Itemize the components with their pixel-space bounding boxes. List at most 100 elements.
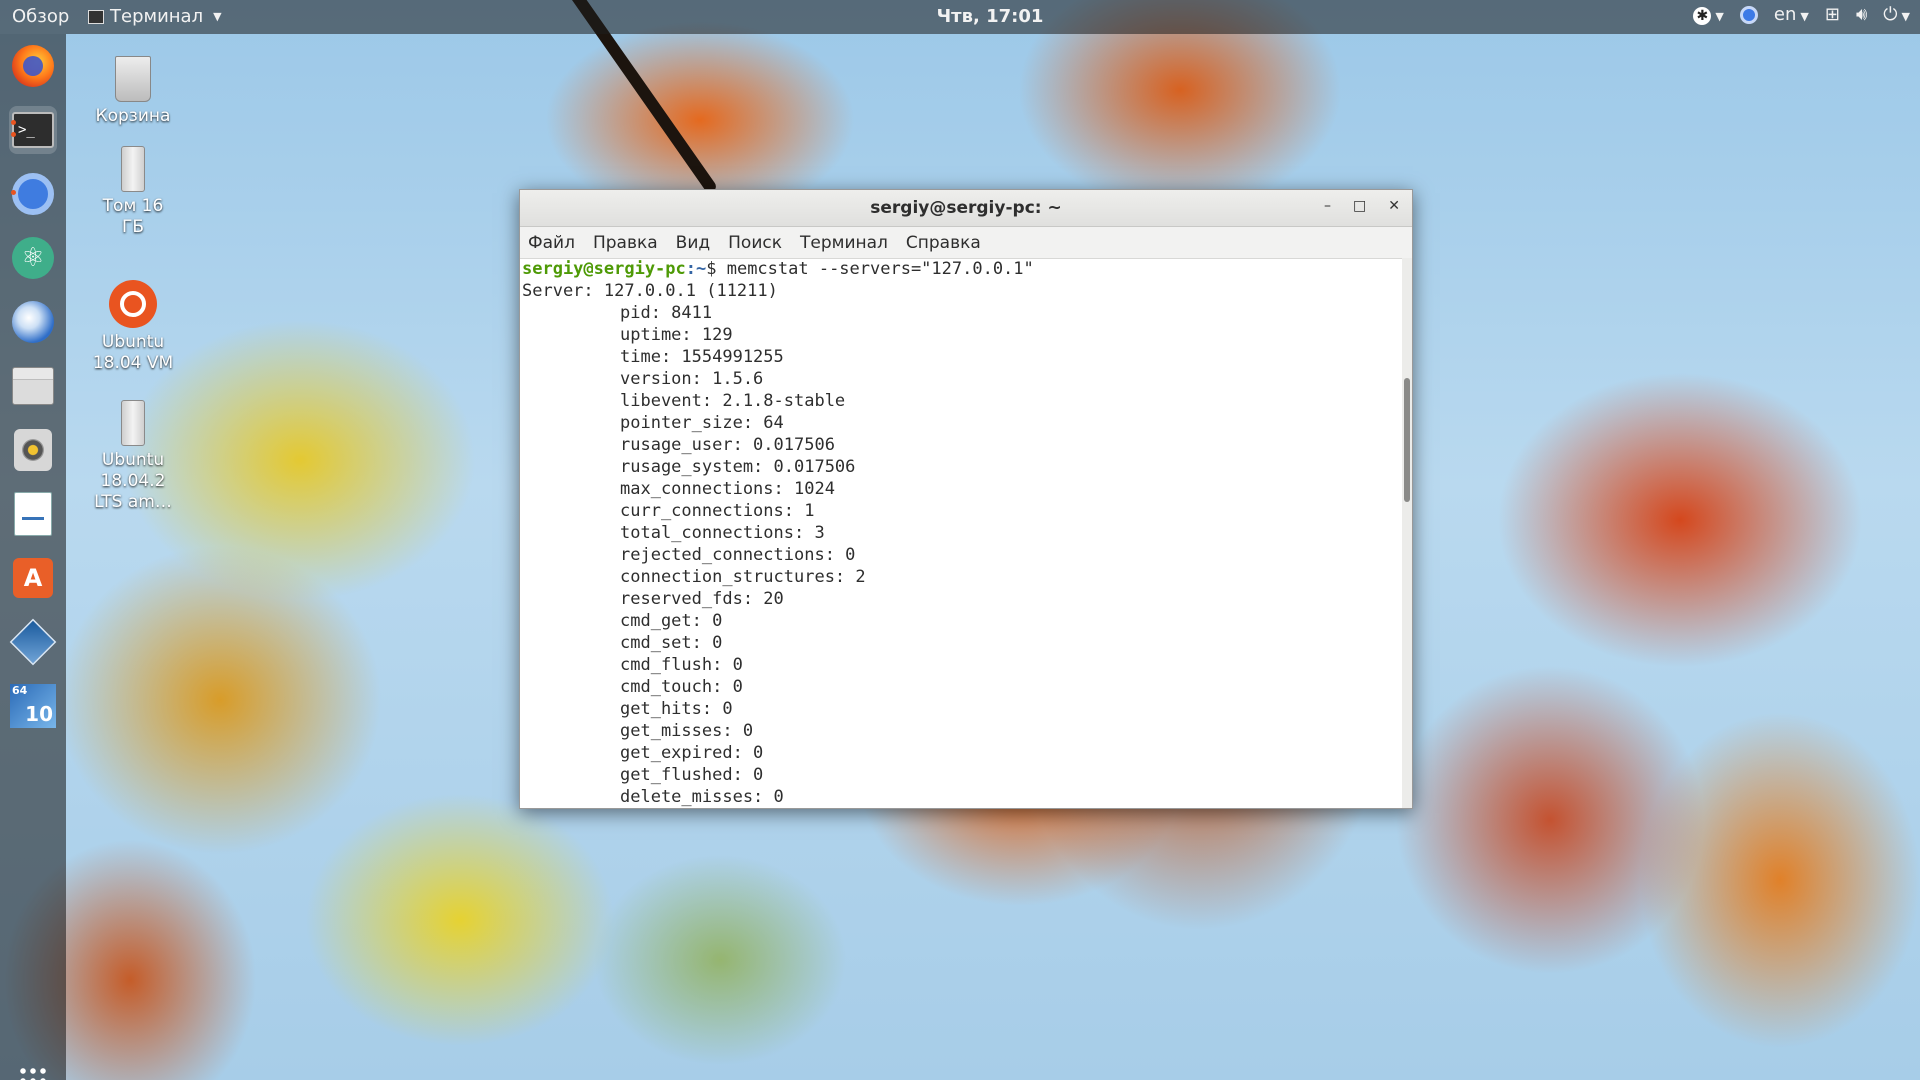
dock-virtualbox[interactable] [9, 618, 57, 666]
stat-line: get_hits: 0 [620, 699, 733, 719]
dock-terminal[interactable]: >_ [9, 106, 57, 154]
dock-writer[interactable] [9, 490, 57, 538]
terminal-window[interactable]: sergiy@sergiy-pc: ~ – □ ✕ Файл Правка Ви… [519, 189, 1413, 809]
window-controls: – □ ✕ [1324, 198, 1400, 214]
windows10-vm-icon: 64 10 [10, 684, 56, 728]
system-tray: ✱ ▼ en ▼ ⊞ 🔊︎ ⏻ ▼ [1693, 4, 1910, 25]
stat-line: connection_structures: 2 [620, 567, 866, 587]
stat-line: curr_connections: 1 [620, 501, 815, 521]
trash-icon [115, 56, 151, 102]
chevron-down-icon: ▼ [213, 10, 222, 23]
thunderbird-icon [12, 301, 54, 343]
desktop-icon-ubuntu-iso[interactable]: Ubuntu 18.04.2 LTS am… [78, 400, 188, 513]
dock-software-center[interactable]: A [9, 554, 57, 602]
running-indicator [11, 190, 16, 195]
stat-line: pointer_size: 64 [620, 413, 784, 433]
command-line: sergiy@sergiy-pc:~$ memcstat --servers="… [522, 258, 1402, 280]
app-menu[interactable]: Терминал ▼ [88, 6, 222, 27]
menu-view[interactable]: Вид [676, 233, 710, 253]
scrollbar-thumb[interactable] [1404, 378, 1410, 502]
stat-line: max_connections: 1024 [620, 479, 835, 499]
desktop-icon-label: Том 16 ГБ [102, 196, 164, 237]
menu-terminal[interactable]: Терминал [800, 233, 888, 253]
stat-line: cmd_touch: 0 [620, 677, 743, 697]
clock[interactable]: Чтв, 17:01 [920, 6, 1060, 27]
minimize-button[interactable]: – [1324, 198, 1331, 214]
dock-atom[interactable]: ⚛ [9, 234, 57, 282]
virtualbox-icon [9, 618, 57, 666]
stat-line: get_flushed: 0 [620, 765, 764, 785]
stat-line: cmd_flush: 0 [620, 655, 743, 675]
power-icon: ⏻ [1883, 4, 1898, 25]
prompt-path: :~ [685, 259, 707, 279]
stat-line: cmd_set: 0 [620, 633, 723, 653]
dock-firefox[interactable] [9, 42, 57, 90]
menu-search[interactable]: Поиск [728, 233, 782, 253]
stat-line: pid: 8411 [620, 303, 713, 323]
close-button[interactable]: ✕ [1388, 198, 1400, 214]
stat-line: version: 1.5.6 [620, 369, 764, 389]
terminal-mini-icon [88, 9, 104, 24]
writer-icon [14, 492, 52, 536]
window-title: sergiy@sergiy-pc: ~ [870, 198, 1062, 218]
menu-file[interactable]: Файл [528, 233, 575, 253]
firefox-icon [12, 45, 54, 87]
show-applications-icon[interactable] [18, 1066, 48, 1080]
app-menu-label: Терминал [110, 6, 204, 27]
window-titlebar[interactable]: sergiy@sergiy-pc: ~ – □ ✕ [520, 190, 1412, 227]
terminal-output[interactable]: sergiy@sergiy-pc:~$ memcstat --servers="… [520, 258, 1402, 808]
dock-chromium[interactable] [9, 170, 57, 218]
language-menu[interactable]: en ▼ [1774, 4, 1809, 25]
stat-line: libevent: 2.1.8-stable [620, 391, 846, 411]
chromium-tray-icon[interactable] [1739, 5, 1758, 24]
maximize-button[interactable]: □ [1353, 198, 1366, 214]
stat-line: get_misses: 0 [620, 721, 754, 741]
accessibility-menu[interactable]: ✱ ▼ [1693, 4, 1724, 25]
stat-line: rusage_user: 0.017506 [620, 435, 835, 455]
prompt-user: sergiy@sergiy-pc [522, 259, 686, 279]
server-line: Server: 127.0.0.1 (11211) [522, 281, 778, 301]
stat-line: reserved_fds: 20 [620, 589, 784, 609]
stat-line: total_connections: 3 [620, 523, 825, 543]
command-text: $ memcstat --servers="127.0.0.1" [706, 259, 1034, 279]
software-center-icon: A [13, 558, 53, 598]
volume-icon[interactable]: 🔊︎ [1856, 4, 1867, 25]
dock-windows10-vm[interactable]: 64 10 [9, 682, 57, 730]
running-indicator [11, 120, 16, 125]
activities-button[interactable]: Обзор [12, 6, 69, 27]
running-indicator [11, 132, 16, 137]
network-icon[interactable]: ⊞ [1825, 4, 1840, 25]
desktop-icon-ubuntu-vm[interactable]: Ubuntu 18.04 VM [78, 280, 188, 374]
chevron-down-icon: ▼ [1715, 10, 1724, 23]
terminal-icon: >_ [12, 112, 54, 148]
power-menu[interactable]: ⏻ ▼ [1883, 4, 1910, 25]
menu-edit[interactable]: Правка [593, 233, 658, 253]
stat-line: delete_misses: 0 [620, 787, 784, 807]
dock-thunderbird[interactable] [9, 298, 57, 346]
language-label: en [1773, 4, 1797, 25]
dock-files[interactable] [9, 362, 57, 410]
stat-line: rejected_connections: 0 [620, 545, 856, 565]
rhythmbox-icon [14, 429, 52, 471]
chromium-icon [12, 173, 54, 215]
stat-line: cmd_get: 0 [620, 611, 723, 631]
win10-badge-arch: 64 [12, 684, 28, 697]
chevron-down-icon: ▼ [1901, 10, 1910, 23]
dock-rhythmbox[interactable] [9, 426, 57, 474]
stat-line: time: 1554991255 [620, 347, 784, 367]
desktop-icon-label: Корзина [95, 106, 171, 126]
stat-line: get_expired: 0 [620, 743, 764, 763]
stat-line: uptime: 129 [620, 325, 733, 345]
ubuntu-logo-icon [109, 280, 157, 328]
files-icon [12, 367, 54, 405]
menu-help[interactable]: Справка [906, 233, 981, 253]
desktop-icon-trash[interactable]: Корзина [78, 56, 188, 127]
stat-line: rusage_system: 0.017506 [620, 457, 856, 477]
terminal-scrollbar[interactable] [1402, 258, 1412, 808]
chevron-down-icon: ▼ [1800, 10, 1809, 23]
dock: >_ ⚛ A 64 10 [0, 34, 66, 1080]
usb-drive-icon [121, 146, 145, 192]
terminal-menubar: Файл Правка Вид Поиск Терминал Справка [520, 227, 1412, 259]
desktop-icon-label: Ubuntu 18.04.2 LTS am… [94, 450, 172, 512]
desktop-icon-usb-drive[interactable]: Том 16 ГБ [78, 146, 188, 238]
